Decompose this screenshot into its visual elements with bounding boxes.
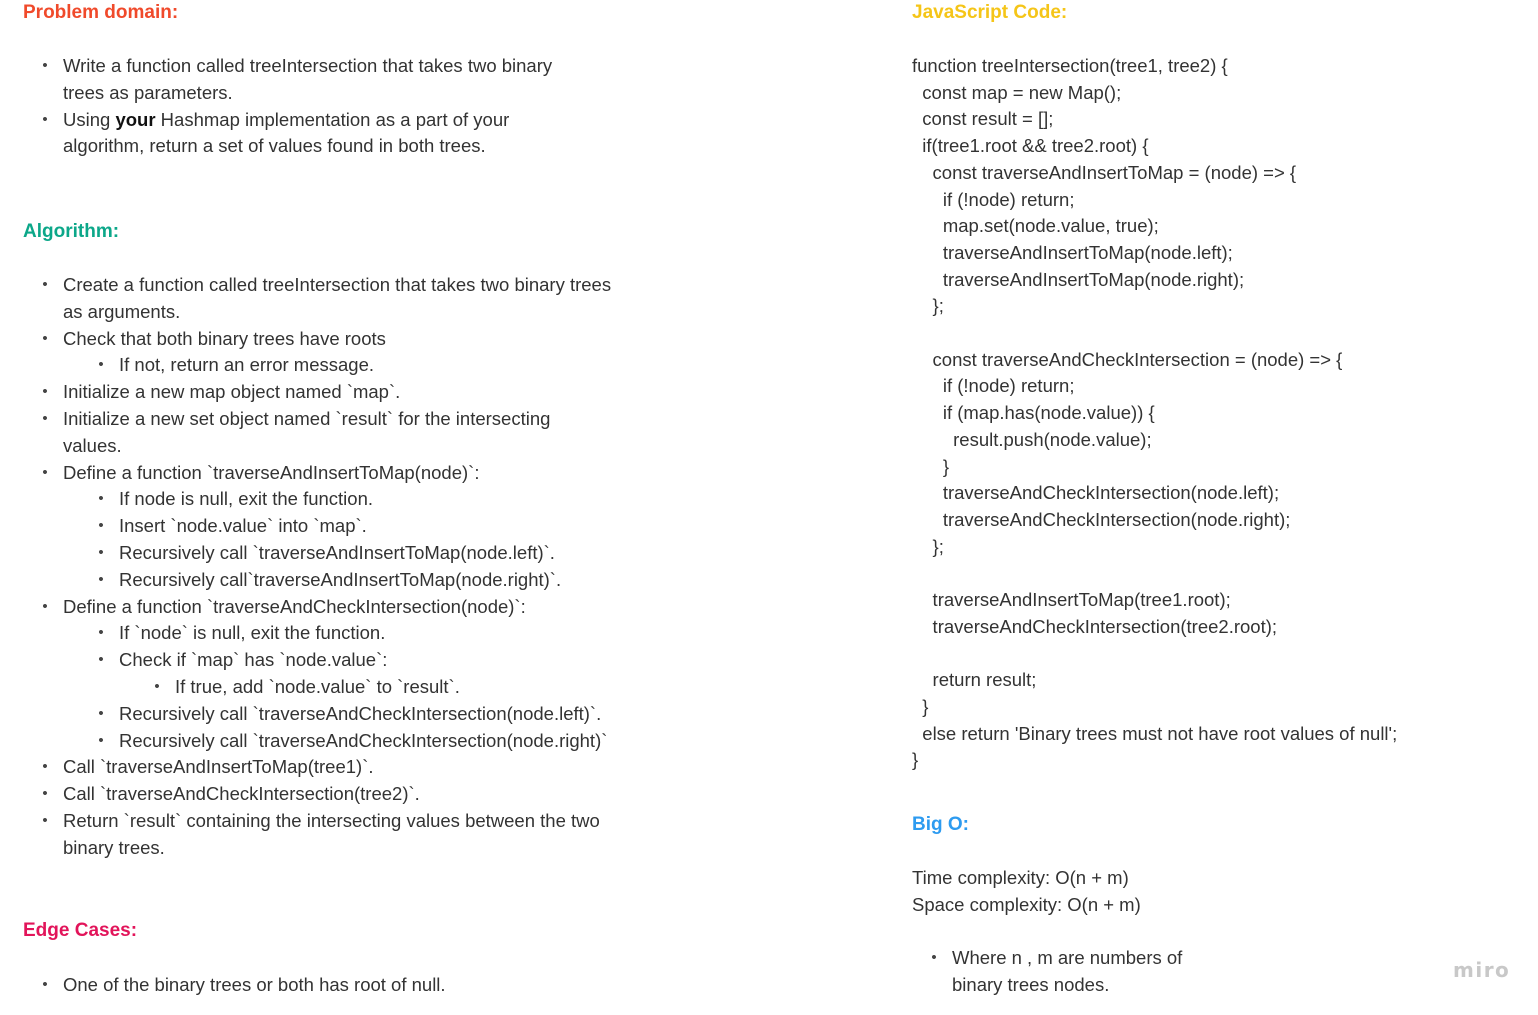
bullet-icon: •	[42, 383, 48, 401]
bullet-icon: •	[42, 329, 48, 347]
list-item: • Check that both binary trees have roots	[23, 326, 611, 353]
list-item: • Define a function `traverseAndCheckInte…	[23, 594, 611, 621]
list-item: • Recursively call `traverseAndInsertToMa…	[23, 540, 611, 567]
bullet-icon: •	[98, 651, 104, 669]
edge-cases-list: • One of the binary trees or both has roo…	[23, 972, 445, 999]
bullet-icon: •	[42, 57, 48, 74]
big-o-heading: Big O:	[912, 814, 969, 835]
list-item: • Insert `node.value` into `map`.	[23, 513, 611, 540]
emphasis-your: your	[115, 108, 156, 130]
code-block: function treeIntersection(tree1, tree2) …	[912, 55, 1398, 771]
list-item: • If `node` is null, exit the function.	[23, 620, 611, 647]
list-item: • Recursively call `traverseAndCheckInter…	[23, 701, 611, 728]
bullet-icon: •	[98, 356, 104, 374]
miro-watermark: miro	[1453, 958, 1511, 982]
algorithm-list: • Create a function called treeIntersecti…	[23, 272, 611, 862]
list-item: • Call `traverseAndInsertToMap(tree1)`.	[23, 754, 611, 781]
bullet-icon: •	[98, 624, 104, 642]
list-item: • If node is null, exit the function.	[23, 486, 611, 513]
edge-cases-heading: Edge Cases:	[23, 920, 138, 941]
bullet-icon: •	[42, 110, 48, 128]
bullet-icon: •	[42, 409, 48, 427]
list-item: • Call `traverseAndCheckIntersection(tree…	[23, 781, 611, 808]
bullet-icon: •	[42, 597, 48, 615]
list-item: • Using your Hashmap implementation as a …	[23, 107, 552, 161]
bullet-icon: •	[42, 463, 48, 481]
bullet-icon: •	[98, 490, 104, 508]
bullet-icon: •	[98, 517, 104, 535]
list-item: • If true, add `node.value` to `result`.	[23, 674, 611, 701]
bullet-icon: •	[42, 811, 48, 829]
list-item: • If not, return an error message.	[23, 352, 611, 379]
bullet-icon: •	[154, 677, 160, 695]
bullet-icon: •	[98, 543, 104, 561]
problem-domain-heading: Problem domain:	[23, 2, 179, 23]
list-item: • Recursively call`traverseAndInsertToMap…	[23, 567, 611, 594]
list-item: • Create a function called treeIntersecti…	[23, 272, 611, 326]
javascript-code-heading: JavaScript Code:	[912, 2, 1068, 23]
list-item: • One of the binary trees or both has roo…	[23, 972, 445, 999]
list-item: • Define a function `traverseAndInsertToM…	[23, 460, 611, 487]
bullet-icon: •	[42, 785, 48, 803]
bullet-icon: •	[98, 570, 104, 588]
list-item: • Initialize a new set object named `resu…	[23, 406, 611, 460]
problem-domain-list: • Write a function called treeIntersectio…	[23, 53, 552, 160]
space-complexity: Space complexity: O(n + m)	[912, 894, 1141, 915]
list-item: • Where n , m are numbers of binary trees …	[912, 945, 1182, 999]
list-item: • Check if `map` has `node.value`:	[23, 647, 611, 674]
bullet-icon: •	[98, 731, 104, 749]
bullet-icon: •	[98, 704, 104, 722]
bullet-icon: •	[42, 976, 48, 993]
bullet-icon: •	[42, 276, 48, 293]
algorithm-heading: Algorithm:	[23, 221, 120, 242]
time-complexity: Time complexity: O(n + m)	[912, 867, 1129, 888]
list-item: • Write a function called treeIntersectio…	[23, 53, 552, 107]
list-item: • Initialize a new map object named `map`…	[23, 379, 611, 406]
big-o-note-list: • Where n , m are numbers of binary trees …	[912, 945, 1182, 999]
bullet-icon: •	[42, 758, 48, 776]
list-item: • Recursively call `traverseAndCheckInter…	[23, 728, 611, 755]
list-item: • Return `result` containing the intersec…	[23, 808, 611, 862]
bullet-icon: •	[931, 949, 937, 966]
